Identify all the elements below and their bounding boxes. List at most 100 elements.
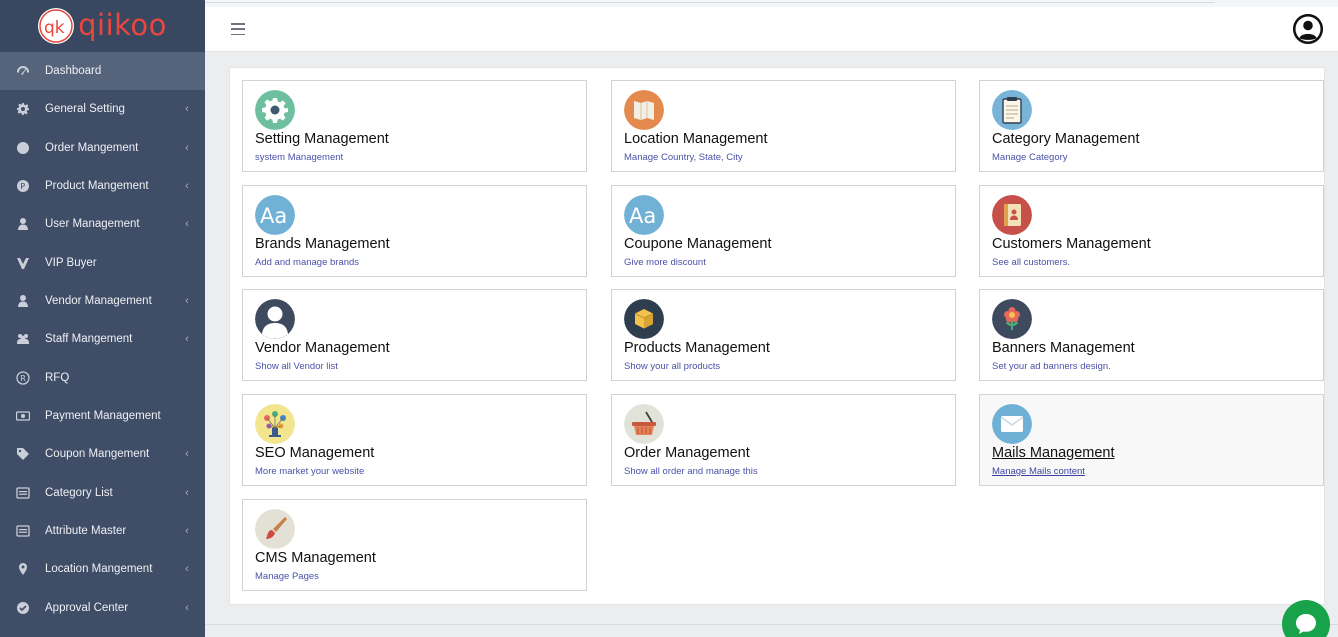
menu-toggle-icon[interactable]	[231, 23, 245, 35]
sidebar-item-category-list[interactable]: Category List ‹	[0, 473, 205, 511]
check-circle-icon	[16, 601, 30, 615]
sidebar-item-vendor-management[interactable]: Vendor Management ‹	[0, 282, 205, 320]
card-subtitle: Show your all products	[624, 361, 721, 372]
sidebar-item-dashboard[interactable]: Dashboard	[0, 52, 205, 90]
sidebar-item-label: Order Mangement	[45, 141, 139, 154]
font-icon: Aa	[255, 195, 295, 235]
money-icon	[16, 409, 30, 423]
map-marker-icon	[16, 562, 30, 576]
card-title: Category Management	[992, 131, 1140, 147]
dashboard-panel: Setting Management system Management Locat…	[229, 67, 1325, 605]
sidebar-item-order-mangement[interactable]: Order Mangement ‹	[0, 128, 205, 166]
card-title: Order Management	[624, 445, 750, 461]
sidebar-item-label: Staff Mangement	[45, 333, 133, 346]
card-setting-management[interactable]: Setting Management system Management	[242, 80, 587, 172]
brand-name: qiikoo	[78, 7, 167, 42]
chevron-left-icon: ‹	[185, 563, 189, 576]
sidebar-nav: Dashboard General Setting ‹ Order Mangement…	[0, 52, 205, 627]
card-products-management[interactable]: Products Management Show your all product…	[611, 289, 956, 381]
registered-icon: R	[16, 370, 30, 385]
logo-mark-icon: qk	[38, 8, 75, 44]
sidebar-item-label: Dashboard	[45, 65, 102, 77]
list-icon	[16, 486, 30, 500]
brand-logo[interactable]: qk qiikoo	[0, 0, 205, 52]
vip-icon	[16, 256, 30, 270]
card-subtitle: Manage Mails content	[992, 466, 1085, 477]
svg-text:qk: qk	[44, 18, 65, 38]
card-category-management[interactable]: Category Management Manage Category	[979, 80, 1324, 172]
chevron-left-icon: ‹	[185, 333, 189, 346]
chevron-left-icon: ‹	[185, 294, 189, 307]
sidebar-item-label: Coupon Mangement	[45, 448, 150, 461]
list-icon	[16, 524, 30, 538]
card-subtitle: Show all order and manage this	[624, 466, 758, 477]
card-subtitle: Set your ad banners design.	[992, 361, 1111, 372]
sidebar-item-label: Vendor Management	[45, 294, 152, 307]
chevron-left-icon: ‹	[185, 601, 189, 614]
sidebar-item-location-mangement[interactable]: Location Mangement ‹	[0, 550, 205, 588]
flower-icon	[992, 299, 1032, 339]
svg-text:P: P	[20, 182, 25, 191]
sidebar-item-attribute-master[interactable]: Attribute Master ‹	[0, 512, 205, 550]
card-mails-management[interactable]: Mails Management Manage Mails content	[979, 394, 1324, 486]
card-title: Vendor Management	[255, 340, 390, 356]
sidebar-item-coupon-mangement[interactable]: Coupon Mangement ‹	[0, 435, 205, 473]
card-order-management[interactable]: Order Management Show all order and manag…	[611, 394, 956, 486]
sidebar-item-label: User Management	[45, 218, 140, 231]
sidebar-item-staff-mangement[interactable]: Staff Mangement ‹	[0, 320, 205, 358]
card-banners-management[interactable]: Banners Management Set your ad banners de…	[979, 289, 1324, 381]
sidebar-item-vip-buyer[interactable]: VIP Buyer	[0, 243, 205, 281]
chevron-left-icon: ‹	[185, 486, 189, 499]
card-subtitle: Add and manage brands	[255, 257, 360, 268]
top-strip	[205, 0, 1338, 7]
top-bar	[205, 7, 1338, 52]
sidebar-item-product-mangement[interactable]: P Product Mangement ‹	[0, 167, 205, 205]
brush-icon	[255, 509, 295, 549]
sidebar-item-payment-management[interactable]: Payment Management	[0, 397, 205, 435]
sidebar-item-label: Category List	[45, 486, 113, 499]
sidebar-item-label: Product Mangement	[45, 179, 149, 192]
user-icon	[16, 217, 30, 231]
sidebar-item-label: Approval Center	[45, 601, 129, 614]
sidebar-item-user-management[interactable]: User Management ‹	[0, 205, 205, 243]
sidebar-item-label: Location Mangement	[45, 563, 153, 576]
box-icon	[624, 299, 664, 339]
card-brands-management[interactable]: Aa Brands Management Add and manage brands	[242, 185, 587, 277]
font-icon: Aa	[624, 195, 664, 235]
user-icon	[16, 294, 30, 308]
card-seo-management[interactable]: SEO Management More market your website	[242, 394, 587, 486]
card-title: Mails Management	[992, 445, 1115, 461]
card-title: Banners Management	[992, 340, 1135, 356]
seo-icon	[255, 404, 295, 444]
card-title: Products Management	[624, 340, 770, 356]
card-customers-management[interactable]: Customers Management See all customers.	[979, 185, 1324, 277]
chevron-left-icon: ‹	[185, 179, 189, 192]
card-subtitle: Manage Pages	[255, 571, 319, 582]
sidebar-item-label: RFQ	[45, 371, 70, 384]
card-subtitle: Manage Category	[992, 152, 1068, 163]
card-cms-management[interactable]: CMS Management Manage Pages	[242, 499, 587, 591]
sidebar-item-approval-center[interactable]: Approval Center ‹	[0, 588, 205, 626]
chevron-left-icon: ‹	[185, 218, 189, 231]
settings-icon	[255, 90, 295, 130]
chevron-left-icon: ‹	[185, 448, 189, 461]
card-vendor-management[interactable]: Vendor Management Show all Vendor list	[242, 289, 587, 381]
user-avatar-icon[interactable]	[1293, 14, 1323, 44]
sidebar-item-rfq[interactable]: R RFQ	[0, 358, 205, 396]
footer-divider	[205, 624, 1338, 625]
card-subtitle: Show all Vendor list	[255, 361, 338, 372]
chat-launcher-icon[interactable]	[1282, 600, 1330, 637]
sidebar-item-label: Attribute Master	[45, 524, 127, 537]
card-subtitle: Give more discount	[624, 257, 706, 268]
address-book-icon	[992, 195, 1032, 235]
chevron-left-icon: ‹	[185, 524, 189, 537]
card-subtitle: Manage Country, State, City	[624, 152, 743, 163]
chevron-left-icon: ‹	[185, 103, 189, 116]
svg-text:Aa: Aa	[260, 204, 287, 228]
circle-icon	[16, 141, 30, 155]
card-location-management[interactable]: Location Management Manage Country, State…	[611, 80, 956, 172]
sidebar-item-label: Payment Management	[45, 409, 161, 422]
card-coupone-management[interactable]: Aa Coupone Management Give more discount	[611, 185, 956, 277]
sidebar-item-general-setting[interactable]: General Setting ‹	[0, 90, 205, 128]
dashboard-icon	[16, 64, 30, 78]
